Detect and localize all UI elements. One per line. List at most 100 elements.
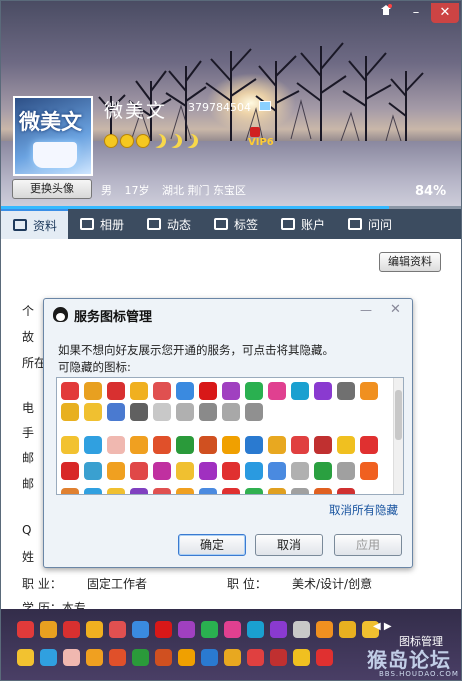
partial-icon[interactable] (84, 488, 102, 494)
gray-diamond-icon[interactable] (222, 403, 240, 421)
diamond-violet-icon[interactable] (314, 382, 332, 400)
qq-show-icon[interactable] (84, 436, 102, 454)
stack-icon[interactable] (84, 462, 102, 480)
orange-ball-icon[interactable] (360, 462, 378, 480)
partial-icon[interactable] (245, 488, 263, 494)
diamond-gray-icon[interactable] (293, 621, 310, 638)
fire-service-icon[interactable] (153, 436, 171, 454)
heart-service-icon[interactable] (17, 621, 34, 638)
vip-badge[interactable]: VIP6 (248, 137, 274, 148)
diamond-violet-icon[interactable] (270, 621, 287, 638)
diamond-pink-icon[interactable] (268, 382, 286, 400)
diamond-gray-icon[interactable] (337, 382, 355, 400)
tab-question[interactable]: 问问 (336, 209, 403, 239)
partial-icon[interactable] (107, 488, 125, 494)
partial-icon[interactable] (130, 488, 148, 494)
unhide-all-link[interactable]: 取消所有隐藏 (329, 502, 398, 518)
music-note-icon[interactable] (291, 436, 309, 454)
ribbon-icon[interactable] (130, 462, 148, 480)
crown-service-icon[interactable] (339, 621, 356, 638)
tab-album[interactable]: 相册 (68, 209, 135, 239)
nba-icon[interactable] (199, 403, 217, 421)
diamond-yellow-icon[interactable] (130, 382, 148, 400)
change-avatar-button[interactable]: 更换头像 (12, 179, 92, 199)
game-service-icon[interactable] (63, 621, 80, 638)
music-service-icon[interactable] (316, 621, 333, 638)
guitar-icon[interactable] (337, 436, 355, 454)
diamond-yellow-icon[interactable] (86, 621, 103, 638)
dialog-close-button[interactable]: ✕ (390, 302, 401, 317)
mail-icon[interactable] (337, 462, 355, 480)
baby-icon[interactable] (107, 436, 125, 454)
pet-icon[interactable] (86, 649, 103, 666)
diamond-pink-icon[interactable] (224, 621, 241, 638)
icon-list-scrollbar[interactable] (393, 378, 403, 494)
love-icon[interactable] (199, 382, 217, 400)
minimize-button[interactable]: – (403, 3, 429, 23)
house-icon[interactable] (316, 649, 333, 666)
gold-diamond-icon[interactable] (222, 436, 240, 454)
diamond-cyan-icon[interactable] (247, 621, 264, 638)
ranch-icon[interactable] (199, 436, 217, 454)
diamond-blue-icon[interactable] (132, 621, 149, 638)
banner-char-icon[interactable] (222, 462, 240, 480)
partial-icon[interactable] (268, 488, 286, 494)
close-button[interactable]: ✕ (431, 3, 459, 23)
diamond-red-icon[interactable] (109, 621, 126, 638)
ranch-icon[interactable] (155, 649, 172, 666)
tab-tags[interactable]: 标签 (202, 209, 269, 239)
love-icon[interactable] (155, 621, 172, 638)
tab-feed[interactable]: 动态 (135, 209, 202, 239)
diamond-red-icon[interactable] (153, 382, 171, 400)
sun-face-icon[interactable] (176, 462, 194, 480)
dance-icon[interactable] (199, 462, 217, 480)
dialog-minimize-button[interactable]: — (360, 303, 372, 317)
at-icon[interactable] (268, 462, 286, 480)
baby-icon[interactable] (63, 649, 80, 666)
film-icon[interactable] (245, 462, 263, 480)
edit-profile-button[interactable]: 编辑资料 (379, 252, 441, 272)
cartoon-icon[interactable] (107, 462, 125, 480)
scrollbar-thumb[interactable] (395, 390, 402, 440)
fire-service-icon[interactable] (109, 649, 126, 666)
partial-icon[interactable] (222, 488, 240, 494)
ava-icon[interactable] (314, 436, 332, 454)
tab-account[interactable]: 账户 (269, 209, 336, 239)
gray-star-icon[interactable] (176, 403, 194, 421)
diamond-blue-icon[interactable] (176, 382, 194, 400)
stock-icon[interactable] (268, 436, 286, 454)
house-icon[interactable] (360, 436, 378, 454)
search-service-icon[interactable] (245, 436, 263, 454)
signature-icon[interactable] (259, 101, 271, 111)
diamond-purple-icon[interactable] (222, 382, 240, 400)
clover-icon[interactable] (314, 462, 332, 480)
apply-button[interactable]: 应用 (334, 534, 402, 556)
partial-icon[interactable] (291, 488, 309, 494)
icon-bar-arrows[interactable]: ◀ ▶ (373, 621, 392, 632)
gray-game-icon[interactable] (245, 403, 263, 421)
diamond-green-icon[interactable] (245, 382, 263, 400)
level-icons[interactable] (104, 134, 198, 148)
red-char-icon[interactable] (61, 462, 79, 480)
kid-icon[interactable] (153, 462, 171, 480)
partial-icon[interactable] (337, 488, 355, 494)
black-diamond-icon[interactable] (130, 403, 148, 421)
cancel-button[interactable]: 取消 (255, 534, 323, 556)
crown-service-icon[interactable] (61, 403, 79, 421)
diamond-green-icon[interactable] (201, 621, 218, 638)
pet-icon[interactable] (130, 436, 148, 454)
diamond-purple-icon[interactable] (178, 621, 195, 638)
partial-icon[interactable] (199, 488, 217, 494)
skin-button[interactable] (375, 3, 397, 23)
qq-show-icon[interactable] (40, 649, 57, 666)
partial-icon[interactable] (176, 488, 194, 494)
game-service-icon[interactable] (107, 382, 125, 400)
stock-icon[interactable] (224, 649, 241, 666)
search-service-icon[interactable] (201, 649, 218, 666)
silver-diamond-icon[interactable] (153, 403, 171, 421)
penguin-service-icon[interactable] (84, 382, 102, 400)
ok-button[interactable]: 确定 (178, 534, 246, 556)
heart-service-icon[interactable] (61, 382, 79, 400)
star-service-icon[interactable] (61, 436, 79, 454)
diamond-cyan-icon[interactable] (291, 382, 309, 400)
